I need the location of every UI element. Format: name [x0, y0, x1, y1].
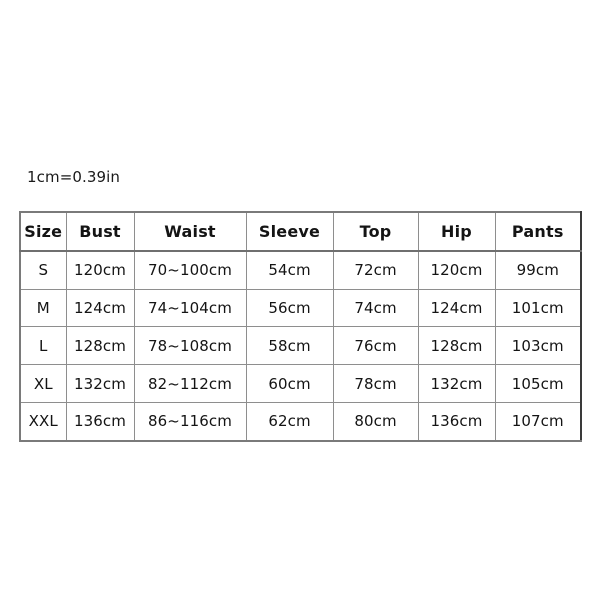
table-row: M 124cm 74~104cm 56cm 74cm 124cm 101cm: [19, 288, 582, 328]
cell-top: 76cm: [332, 326, 419, 366]
cell-size: L: [19, 326, 67, 366]
table-row: L 128cm 78~108cm 58cm 76cm 128cm 103cm: [19, 326, 582, 366]
cell-sleeve: 58cm: [245, 326, 334, 366]
table-header-row: Size Bust Waist Sleeve Top Hip Pants: [19, 211, 582, 252]
cell-top: 72cm: [332, 250, 419, 290]
cell-top: 74cm: [332, 288, 419, 328]
column-header-pants: Pants: [494, 211, 582, 252]
cell-waist: 70~100cm: [133, 250, 247, 290]
cell-waist: 78~108cm: [133, 326, 247, 366]
cell-bust: 132cm: [65, 364, 135, 403]
cell-pants: 101cm: [494, 288, 582, 328]
column-header-top: Top: [332, 211, 419, 252]
cell-waist: 82~112cm: [133, 364, 247, 403]
column-header-bust: Bust: [65, 211, 135, 252]
cell-pants: 107cm: [494, 401, 582, 442]
cell-sleeve: 62cm: [245, 401, 334, 442]
cell-waist: 86~116cm: [133, 401, 247, 442]
cell-waist: 74~104cm: [133, 288, 247, 328]
cell-hip: 120cm: [417, 250, 496, 290]
column-header-waist: Waist: [133, 211, 247, 252]
cell-size: XL: [19, 364, 67, 403]
cell-hip: 136cm: [417, 401, 496, 442]
column-header-sleeve: Sleeve: [245, 211, 334, 252]
cell-top: 80cm: [332, 401, 419, 442]
size-chart-table-container: Size Bust Waist Sleeve Top Hip Pants S 1…: [19, 211, 582, 442]
column-header-size: Size: [19, 211, 67, 252]
cell-top: 78cm: [332, 364, 419, 403]
cell-bust: 128cm: [65, 326, 135, 366]
cell-hip: 124cm: [417, 288, 496, 328]
table-body: S 120cm 70~100cm 54cm 72cm 120cm 99cm M …: [19, 250, 582, 442]
table-header: Size Bust Waist Sleeve Top Hip Pants: [19, 211, 582, 252]
cell-bust: 124cm: [65, 288, 135, 328]
cell-size: XXL: [19, 401, 67, 442]
cell-size: S: [19, 250, 67, 290]
cell-pants: 99cm: [494, 250, 582, 290]
table-row: XXL 136cm 86~116cm 62cm 80cm 136cm 107cm: [19, 401, 582, 442]
cell-pants: 103cm: [494, 326, 582, 366]
cell-sleeve: 60cm: [245, 364, 334, 403]
size-chart-page: 1cm=0.39in Size Bust Waist Sleeve Top Hi…: [0, 0, 600, 600]
cell-hip: 128cm: [417, 326, 496, 366]
cell-sleeve: 56cm: [245, 288, 334, 328]
table-row: S 120cm 70~100cm 54cm 72cm 120cm 99cm: [19, 250, 582, 290]
cell-size: M: [19, 288, 67, 328]
unit-conversion-note: 1cm=0.39in: [27, 168, 121, 186]
size-chart-table: Size Bust Waist Sleeve Top Hip Pants S 1…: [19, 211, 582, 442]
table-row: XL 132cm 82~112cm 60cm 78cm 132cm 105cm: [19, 364, 582, 403]
column-header-hip: Hip: [417, 211, 496, 252]
cell-bust: 120cm: [65, 250, 135, 290]
cell-bust: 136cm: [65, 401, 135, 442]
cell-hip: 132cm: [417, 364, 496, 403]
cell-pants: 105cm: [494, 364, 582, 403]
cell-sleeve: 54cm: [245, 250, 334, 290]
